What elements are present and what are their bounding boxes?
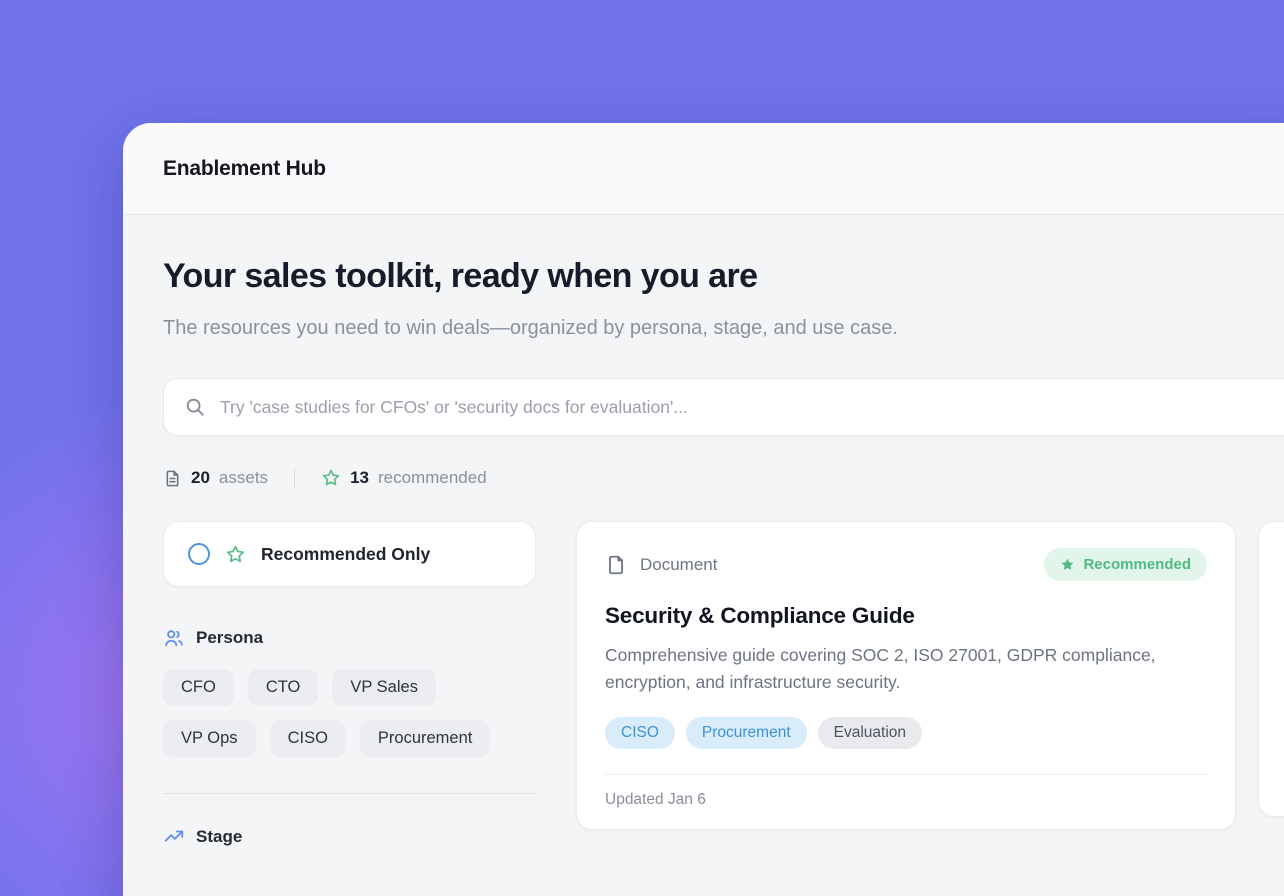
persona-chip-cfo[interactable]: CFO: [163, 669, 234, 706]
main-content: Your sales toolkit, ready when you are T…: [123, 215, 1284, 848]
document-icon: [163, 469, 182, 488]
card-title: Security & Compliance Guide: [605, 603, 1207, 629]
persona-chip-vp-sales[interactable]: VP Sales: [332, 669, 436, 706]
stage-section-header: Stage: [163, 826, 536, 848]
assets-count: 20: [191, 468, 210, 488]
star-icon: [225, 544, 246, 565]
asset-card-partial[interactable]: [1258, 521, 1284, 817]
filters-sidebar: Recommended Only Persona CFO: [163, 521, 536, 848]
filters-divider: [163, 793, 536, 794]
page-subtitle: The resources you need to win deals—orga…: [163, 310, 993, 346]
persona-chip-cto[interactable]: CTO: [248, 669, 319, 706]
panel-header: Enablement Hub: [123, 123, 1284, 215]
persona-section-header: Persona: [163, 627, 536, 649]
toggle-circle-icon[interactable]: [188, 543, 210, 565]
tag-ciso[interactable]: CISO: [605, 717, 675, 749]
card-description: Comprehensive guide covering SOC 2, ISO …: [605, 642, 1195, 696]
stats-row: 20 assets 13 recommended: [163, 468, 1224, 488]
card-updated-date: Updated Jan 6: [605, 774, 1207, 829]
enablement-hub-panel: Enablement Hub Your sales toolkit, ready…: [123, 123, 1284, 896]
card-type-label: Document: [640, 555, 717, 575]
assets-label: assets: [219, 468, 268, 488]
search-input[interactable]: [220, 397, 1283, 418]
app-title: Enablement Hub: [163, 157, 326, 181]
recommended-badge: Recommended: [1044, 548, 1207, 581]
asset-card-security-compliance-guide[interactable]: Document Recommended Security & Complian…: [576, 521, 1236, 830]
recommended-only-label: Recommended Only: [261, 544, 430, 565]
recommended-stat: 13 recommended: [321, 468, 487, 488]
tag-procurement[interactable]: Procurement: [686, 717, 807, 749]
card-tags: CISO Procurement Evaluation: [605, 717, 1207, 749]
persona-chip-ciso[interactable]: CISO: [270, 720, 346, 757]
search-bar[interactable]: [163, 378, 1284, 436]
page-title: Your sales toolkit, ready when you are: [163, 257, 1224, 296]
file-icon: [605, 554, 627, 576]
persona-chip-vp-ops[interactable]: VP Ops: [163, 720, 256, 757]
stats-divider: [294, 468, 295, 488]
card-type: Document: [605, 554, 717, 576]
persona-section-title: Persona: [196, 628, 263, 648]
recommended-only-toggle[interactable]: Recommended Only: [163, 521, 536, 587]
recommended-label: recommended: [378, 468, 487, 488]
persona-chip-procurement[interactable]: Procurement: [360, 720, 490, 757]
star-icon: [321, 468, 341, 488]
users-icon: [163, 627, 185, 649]
persona-chips: CFO CTO VP Sales VP Ops CISO Procurement: [163, 669, 536, 757]
star-filled-icon: [1060, 557, 1075, 572]
recommended-count: 13: [350, 468, 369, 488]
asset-cards: Document Recommended Security & Complian…: [576, 521, 1284, 830]
trending-up-icon: [163, 826, 185, 848]
search-icon: [184, 396, 206, 418]
stage-section-title: Stage: [196, 827, 242, 847]
recommended-badge-label: Recommended: [1083, 556, 1191, 573]
assets-stat: 20 assets: [163, 468, 268, 488]
tag-evaluation[interactable]: Evaluation: [818, 717, 922, 749]
